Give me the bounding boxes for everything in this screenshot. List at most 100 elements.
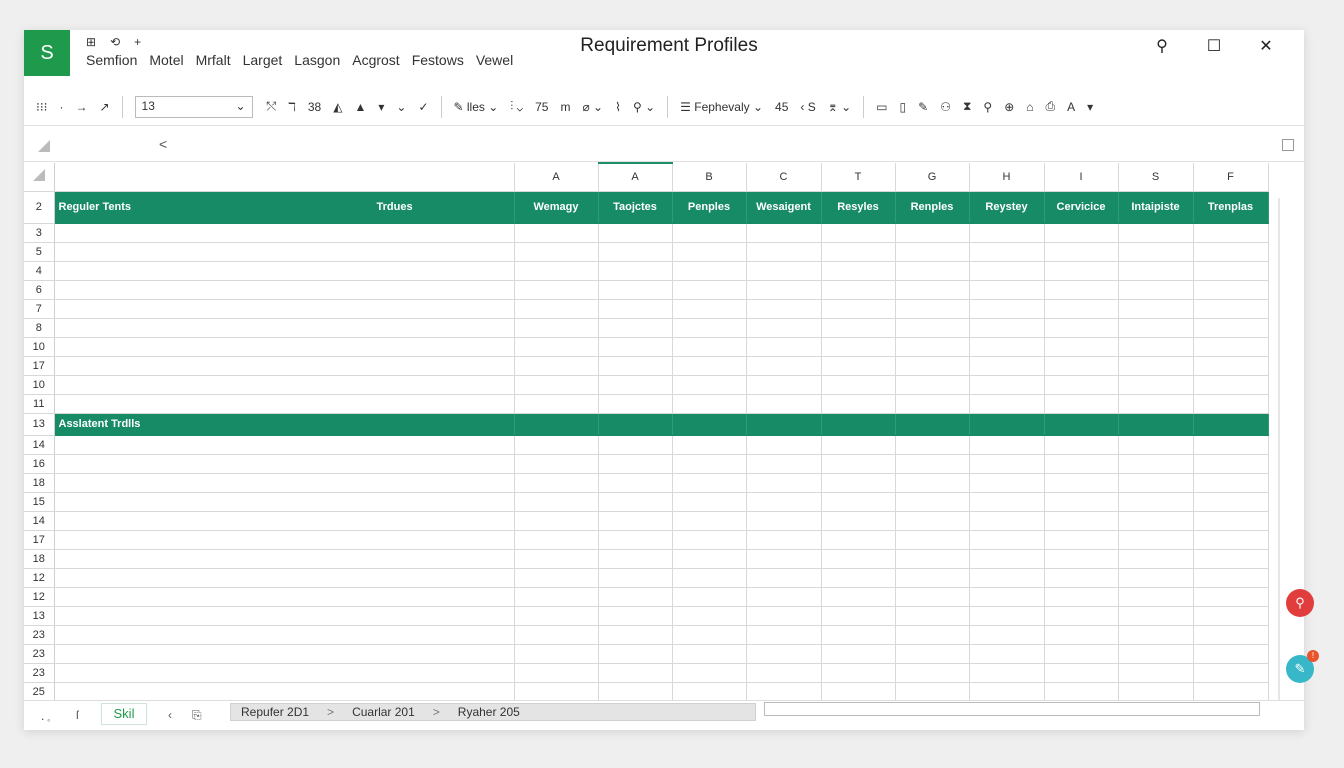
grid-cell[interactable] [598, 606, 673, 626]
grid-cell[interactable] [895, 318, 970, 338]
grid-cell[interactable] [746, 473, 822, 493]
grid-cell[interactable] [969, 568, 1045, 588]
grid-cell[interactable] [969, 644, 1045, 664]
header-cell[interactable]: Wemagy [514, 191, 599, 224]
grid-cell[interactable] [1044, 375, 1119, 395]
grid-cell[interactable] [1044, 242, 1119, 262]
section-header-cell[interactable] [1193, 413, 1269, 436]
grid-cell[interactable] [895, 223, 970, 243]
folder-icon[interactable]: ▭ [876, 100, 887, 114]
grid-cell[interactable] [54, 261, 515, 281]
grid-cell[interactable] [54, 644, 515, 664]
grid-cell[interactable] [598, 492, 673, 512]
grid-cell[interactable] [969, 549, 1045, 569]
column-header-selected[interactable]: A [598, 162, 673, 192]
grid-cell[interactable] [1193, 568, 1269, 588]
grid-cell[interactable] [1118, 530, 1194, 550]
grid-cell[interactable] [514, 242, 599, 262]
grid-cell[interactable] [1193, 682, 1269, 702]
dropdown-icon[interactable]: ⌄ [396, 100, 406, 114]
grid-cell[interactable] [672, 454, 747, 474]
row-number[interactable]: 14 [24, 435, 55, 455]
grid-cell[interactable] [54, 682, 515, 702]
grid-cell[interactable] [514, 318, 599, 338]
menu-larget[interactable]: Larget [243, 52, 283, 68]
grid-cell[interactable] [895, 299, 970, 319]
grid-cell[interactable] [746, 435, 822, 455]
column-header[interactable]: H [969, 163, 1045, 192]
grid-cell[interactable] [969, 261, 1045, 281]
row-number[interactable]: 5 [24, 242, 55, 262]
grid-cell[interactable] [598, 375, 673, 395]
header-cell[interactable]: Resyles [821, 191, 896, 224]
document-icon[interactable]: ▯ [900, 100, 907, 114]
grid-cell[interactable] [672, 473, 747, 493]
row-number[interactable]: 4 [24, 261, 55, 281]
grid-cell[interactable] [746, 682, 822, 702]
grid-cell[interactable] [821, 261, 896, 281]
grid-cell[interactable] [895, 587, 970, 607]
format-icon[interactable]: ℸ [288, 100, 296, 114]
grid-cell[interactable] [1044, 394, 1119, 414]
grid-cell[interactable] [672, 549, 747, 569]
grid-cell[interactable] [895, 530, 970, 550]
grid-cell[interactable] [1118, 394, 1194, 414]
size-value[interactable]: 38 [308, 100, 321, 114]
grid-cell[interactable] [514, 663, 599, 683]
grid-cell[interactable] [598, 435, 673, 455]
account-icon[interactable]: ⚲ [1136, 36, 1188, 56]
grid-cell[interactable] [598, 454, 673, 474]
grid-cell[interactable] [1193, 299, 1269, 319]
menu-mrfalt[interactable]: Mrfalt [196, 52, 231, 68]
column-header[interactable]: T [821, 163, 896, 192]
person-dropdown[interactable]: ⚲ ⌄ [633, 100, 655, 114]
grid-cell[interactable] [598, 644, 673, 664]
grid-cell[interactable] [1044, 644, 1119, 664]
grid-cell[interactable] [598, 242, 673, 262]
grid-cell[interactable] [672, 280, 747, 300]
grid-cell[interactable] [598, 473, 673, 493]
grid-cell[interactable] [54, 530, 515, 550]
grid-cell[interactable] [821, 549, 896, 569]
grid-cell[interactable] [895, 625, 970, 645]
grid-cell[interactable] [598, 280, 673, 300]
grid-cell[interactable] [821, 473, 896, 493]
grid-cell[interactable] [746, 606, 822, 626]
undo-icon[interactable]: ⟲ [110, 35, 120, 49]
grid-cell[interactable] [54, 223, 515, 243]
row-number[interactable]: 23 [24, 644, 55, 664]
grid-cell[interactable] [1044, 530, 1119, 550]
grid-cell[interactable] [821, 454, 896, 474]
grid-cell[interactable] [746, 511, 822, 531]
grid-cell[interactable] [821, 492, 896, 512]
grid-cell[interactable] [895, 375, 970, 395]
chevron-down-icon[interactable]: ▾ [1087, 100, 1093, 114]
grid-cell[interactable] [598, 394, 673, 414]
close-icon[interactable]: ✕ [1240, 36, 1292, 56]
grid-cell[interactable] [598, 568, 673, 588]
grid-cell[interactable] [54, 473, 515, 493]
grid-cell[interactable] [821, 587, 896, 607]
row-number[interactable]: 8 [24, 318, 55, 338]
grid-cell[interactable] [672, 261, 747, 281]
grid-cell[interactable] [598, 299, 673, 319]
add-icon[interactable]: + [134, 35, 141, 49]
grid-cell[interactable] [1044, 356, 1119, 376]
grid-cell[interactable] [672, 435, 747, 455]
grid-cell[interactable] [895, 356, 970, 376]
menu-motel[interactable]: Motel [149, 52, 183, 68]
users-icon[interactable]: ⚇ [940, 100, 951, 114]
grid-cell[interactable] [598, 356, 673, 376]
grid-cell[interactable] [1193, 606, 1269, 626]
grid-cell[interactable] [1193, 223, 1269, 243]
sheet-nav-icon[interactable]: ſ [76, 708, 79, 722]
grid-cell[interactable] [1193, 435, 1269, 455]
grid-cell[interactable] [1118, 318, 1194, 338]
grid-cell[interactable] [1118, 663, 1194, 683]
column-header[interactable]: C [746, 163, 822, 192]
grid-cell[interactable] [1193, 663, 1269, 683]
grid-cell[interactable] [54, 280, 515, 300]
grid-cell[interactable] [672, 568, 747, 588]
grid-cell[interactable] [821, 394, 896, 414]
grid-cell[interactable] [54, 606, 515, 626]
